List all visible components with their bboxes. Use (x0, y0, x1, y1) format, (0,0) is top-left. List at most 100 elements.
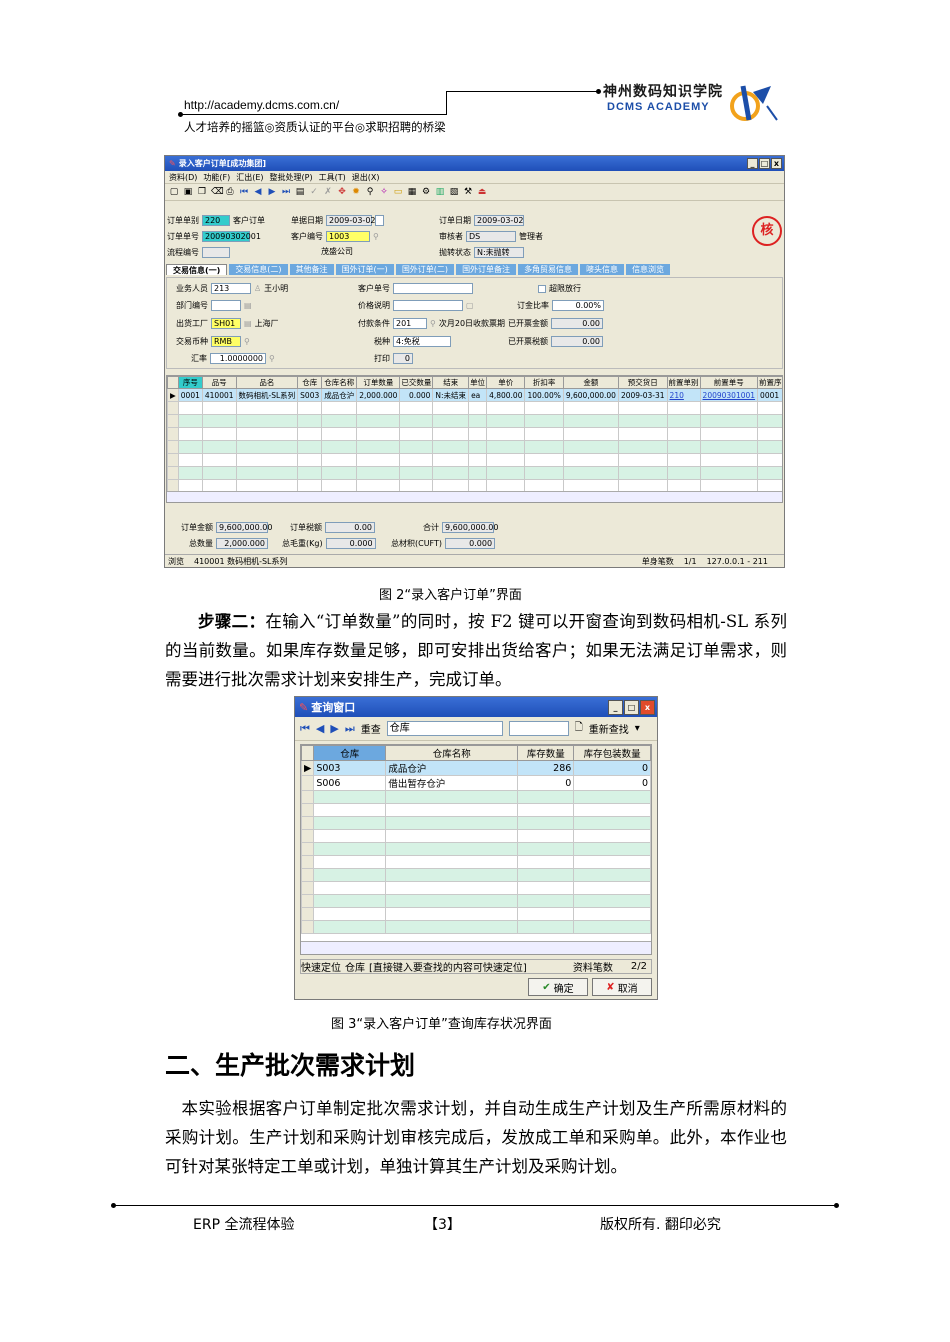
next-record-icon[interactable]: ▶ (267, 187, 277, 197)
salesperson-input[interactable]: 213 (211, 283, 251, 294)
refind-button[interactable]: 重新查找 (589, 721, 629, 736)
col-discount[interactable]: 折扣率 (524, 376, 564, 389)
table-row[interactable]: ▶ S003 成品仓沪 286 0 (301, 760, 651, 776)
dept-input[interactable] (211, 300, 241, 311)
ok-button[interactable]: ✔ 确定 (528, 978, 588, 996)
col-unit[interactable]: 单位 (468, 376, 488, 389)
prev-icon[interactable]: ◀ (316, 722, 324, 735)
currency-lookup-icon[interactable]: ⚲ (244, 337, 250, 346)
star-icon[interactable]: ✹ (351, 187, 361, 197)
table-row[interactable] (301, 816, 651, 830)
open-icon[interactable]: ▣ (183, 187, 193, 197)
search-field-select[interactable]: 仓库 (386, 721, 503, 736)
col-delivery-date[interactable]: 预交货日 (617, 376, 668, 389)
tab-trade-info-2[interactable]: 交易信息(二) (229, 264, 288, 275)
exit-icon[interactable]: ⏏ (477, 187, 487, 197)
minimize-button[interactable]: _ (747, 158, 758, 169)
menu-tools[interactable]: 工具(T) (319, 172, 346, 183)
order-type-input[interactable]: 220 (202, 215, 230, 226)
export-icon[interactable]: ▦ (407, 187, 417, 197)
pin-icon[interactable]: ▾ (635, 723, 640, 734)
table-row[interactable] (301, 842, 651, 856)
transfer-status-input[interactable]: N:未抛转 (474, 247, 524, 258)
col-warehouse[interactable]: 仓库 (297, 376, 323, 389)
price-note-input[interactable] (393, 300, 463, 311)
report-icon[interactable]: ▧ (449, 187, 459, 197)
col-pre-type[interactable]: 前置单别 (666, 376, 701, 389)
cancel-icon[interactable]: ✗ (323, 187, 333, 197)
table-row[interactable] (301, 855, 651, 869)
order-no-input[interactable]: 20090302001 (202, 231, 261, 242)
menu-function[interactable]: 功能(F) (203, 172, 230, 183)
settings-icon[interactable]: ⚙ (421, 187, 431, 197)
tab-foreign-1[interactable]: 国外订单(一) (335, 264, 394, 275)
col-amount[interactable]: 金额 (562, 376, 619, 389)
print-icon[interactable]: ⎙ (225, 187, 235, 197)
col-warehouse-name[interactable]: 仓库名称 (321, 376, 358, 389)
col-pre-no[interactable]: 前置单号 (699, 376, 759, 389)
tab-multi-trade[interactable]: 多角贸易信息 (518, 264, 579, 275)
refind-icon[interactable]: 🗋 (575, 720, 583, 737)
query-close-button[interactable]: x (640, 699, 655, 715)
table-row[interactable] (301, 829, 651, 843)
copy-icon[interactable]: ❐ (197, 187, 207, 197)
chart-icon[interactable]: ▥ (435, 187, 445, 197)
col-warehouse-code[interactable]: 仓库 (313, 745, 387, 761)
col-warehouse-desc[interactable]: 仓库名称 (385, 745, 519, 761)
col-closed[interactable]: 结束 (432, 376, 470, 389)
col-price[interactable]: 单价 (486, 376, 526, 389)
table-row[interactable] (167, 401, 782, 415)
menu-batch[interactable]: 整批处理(P) (270, 172, 313, 183)
table-row[interactable] (301, 894, 651, 908)
table-row[interactable] (301, 907, 651, 921)
grid-horizontal-scrollbar[interactable] (167, 491, 782, 502)
table-row[interactable] (167, 414, 782, 428)
last-icon[interactable]: ⏭ (345, 722, 355, 736)
save-icon[interactable]: ▤ (295, 187, 305, 197)
table-row[interactable] (301, 881, 651, 895)
delete-icon[interactable]: ⌫ (211, 187, 224, 197)
col-pre-seq[interactable]: 前置序号 (757, 376, 782, 389)
tab-foreign-2[interactable]: 国外订单(二) (395, 264, 455, 275)
first-icon[interactable]: ⏮ (300, 722, 310, 736)
tab-mark-info[interactable]: 嘜头信息 (580, 264, 625, 275)
col-stock-pack-qty[interactable]: 库存包装数量 (573, 745, 651, 761)
flow-no-input[interactable] (202, 247, 230, 258)
col-item-no[interactable]: 品号 (201, 376, 237, 389)
table-row[interactable] (301, 868, 651, 882)
tab-other-notes[interactable]: 其他备注 (289, 264, 334, 275)
table-row[interactable] (301, 790, 651, 804)
tab-foreign-notes[interactable]: 国外订单备注 (456, 264, 517, 275)
confirm-icon[interactable]: ✓ (309, 187, 319, 197)
folder-icon[interactable]: ▭ (393, 187, 403, 197)
calendar-icon[interactable] (375, 215, 384, 226)
tab-trade-info-1[interactable]: 交易信息(一) (166, 264, 228, 275)
table-row[interactable] (167, 453, 782, 467)
approve-icon[interactable]: ✥ (337, 187, 347, 197)
col-delivered-qty[interactable]: 已交数量 (399, 376, 434, 389)
factory-input[interactable]: SH01 (211, 318, 241, 329)
menu-data[interactable]: 资料(D) (169, 172, 197, 183)
prev-record-icon[interactable]: ◀ (253, 187, 263, 197)
query-window-titlebar[interactable]: ✎ 查询窗口 _ □ x (295, 697, 657, 717)
pay-terms-icon[interactable]: ⚲ (430, 319, 436, 328)
col-stock-qty[interactable]: 库存数量 (517, 745, 575, 761)
close-button[interactable]: x (771, 158, 782, 169)
deposit-input[interactable]: 0.00% (552, 300, 604, 311)
factory-lookup-icon[interactable]: ▤ (244, 319, 252, 328)
col-seq[interactable]: 序号 (177, 376, 203, 389)
lookup-icon[interactable]: ⚲ (373, 232, 379, 241)
table-row[interactable]: S006 借出暂存仓沪 0 0 (301, 775, 651, 791)
currency-input[interactable]: RMB (211, 336, 241, 347)
cancel-button[interactable]: ✘ 取消 (592, 978, 652, 996)
query-icon[interactable]: ⚲ (365, 187, 375, 197)
customer-no-input[interactable]: 1003 (326, 231, 370, 242)
query-horizontal-scrollbar[interactable] (301, 941, 651, 954)
maximize-button[interactable]: □ (759, 158, 770, 169)
table-row[interactable] (301, 920, 651, 934)
pay-terms-input[interactable]: 201 (393, 318, 427, 329)
last-record-icon[interactable]: ⏭ (281, 187, 291, 197)
new-icon[interactable]: ▢ (169, 187, 179, 197)
over-limit-checkbox[interactable] (538, 284, 546, 293)
first-record-icon[interactable]: ⏮ (239, 187, 249, 197)
